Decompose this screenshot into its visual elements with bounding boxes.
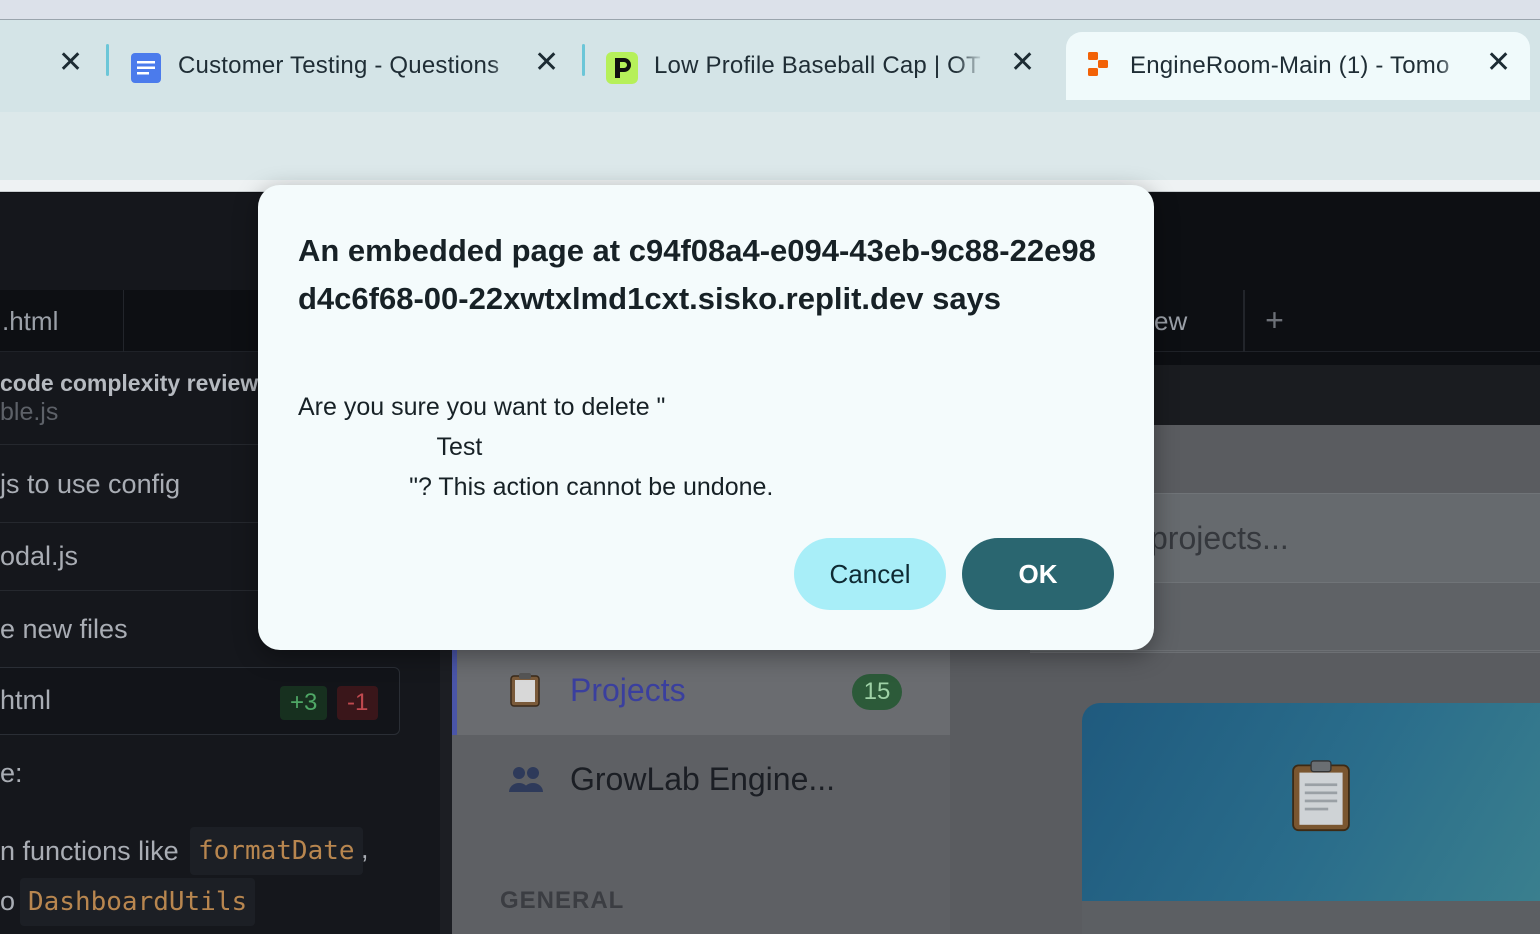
search-placeholder: projects... bbox=[1150, 520, 1289, 556]
chat-line: e new files bbox=[0, 614, 128, 644]
editor-tab-html[interactable]: .html bbox=[0, 290, 124, 352]
tab-separator bbox=[106, 44, 109, 76]
chat-line: e: bbox=[0, 758, 23, 788]
confirm-dialog: An embedded page at c94f08a4-e094-43eb-9… bbox=[258, 185, 1154, 650]
projects-count-badge: 15 bbox=[852, 674, 902, 710]
project-card-footer bbox=[1082, 901, 1540, 934]
tab-title: Low Profile Baseball Cap | OT bbox=[654, 52, 984, 80]
dialog-title: An embedded page at c94f08a4-e094-43eb-9… bbox=[298, 233, 1096, 316]
clipboard-icon bbox=[1292, 760, 1350, 832]
code-span-dashboardutils: DashboardUtils bbox=[20, 878, 256, 926]
browser-tab-baseball-cap[interactable]: Low Profile Baseball Cap | OT ✕ bbox=[586, 32, 1056, 100]
google-docs-icon bbox=[131, 53, 161, 83]
file-name: html bbox=[0, 685, 52, 715]
close-icon[interactable]: ✕ bbox=[1010, 48, 1035, 78]
browser-toolbar bbox=[0, 112, 1540, 182]
browser-tab-bar: ✕ Customer Testing - Questions ✕ Low Pro… bbox=[0, 20, 1540, 112]
browser-tab-customer-testing[interactable]: Customer Testing - Questions ✕ bbox=[110, 32, 580, 100]
chat-line: o bbox=[0, 886, 16, 916]
chat-line: js to use config bbox=[0, 469, 181, 499]
chat-line: code complexity review bbox=[0, 370, 259, 396]
chat-line: odal.js bbox=[0, 541, 79, 571]
close-icon[interactable]: ✕ bbox=[58, 48, 83, 78]
sidebar-item-label: Projects bbox=[570, 672, 686, 708]
preview-address-bar bbox=[1154, 365, 1540, 425]
dialog-message: Are you sure you want to delete " Test "… bbox=[298, 393, 774, 501]
diff-deletions-badge: -1 bbox=[337, 686, 379, 720]
punctuation: , bbox=[361, 834, 369, 864]
editor-tab-label: ew bbox=[1154, 305, 1188, 336]
diff-additions-badge: +3 bbox=[280, 686, 328, 720]
editor-tab-blank[interactable] bbox=[124, 290, 264, 352]
add-tab-button[interactable]: + bbox=[1244, 290, 1304, 352]
cancel-button[interactable]: Cancel bbox=[794, 538, 946, 610]
divider bbox=[1030, 650, 1540, 651]
code-span-formatdate: formatDate bbox=[190, 827, 363, 875]
tab-separator bbox=[582, 44, 585, 76]
window-top-strip bbox=[0, 0, 1540, 20]
people-icon bbox=[508, 764, 544, 801]
sidebar-section-general: GENERAL bbox=[500, 887, 625, 914]
browser-tab-engineroom[interactable]: EngineRoom-Main (1) - Tomo ✕ bbox=[1066, 32, 1530, 100]
close-icon[interactable]: ✕ bbox=[534, 48, 559, 78]
editor-tab-label: .html bbox=[2, 305, 59, 336]
close-icon[interactable]: ✕ bbox=[1486, 48, 1511, 78]
clipboard-icon bbox=[508, 671, 542, 716]
tab-title: EngineRoom-Main (1) - Tomo bbox=[1130, 52, 1466, 80]
replit-icon bbox=[1088, 52, 1108, 76]
p-logo-icon bbox=[606, 52, 638, 84]
tab-title: Customer Testing - Questions bbox=[178, 52, 518, 80]
chat-line: n functions like bbox=[0, 836, 179, 866]
chat-line: ble.js bbox=[0, 398, 59, 426]
editor-tab-preview[interactable]: ew bbox=[1154, 290, 1244, 352]
changed-file-row[interactable]: html +3 -1 bbox=[0, 667, 400, 735]
sidebar-item-growlab[interactable]: GrowLab Engine... bbox=[570, 761, 835, 798]
ok-button[interactable]: OK bbox=[962, 538, 1114, 610]
